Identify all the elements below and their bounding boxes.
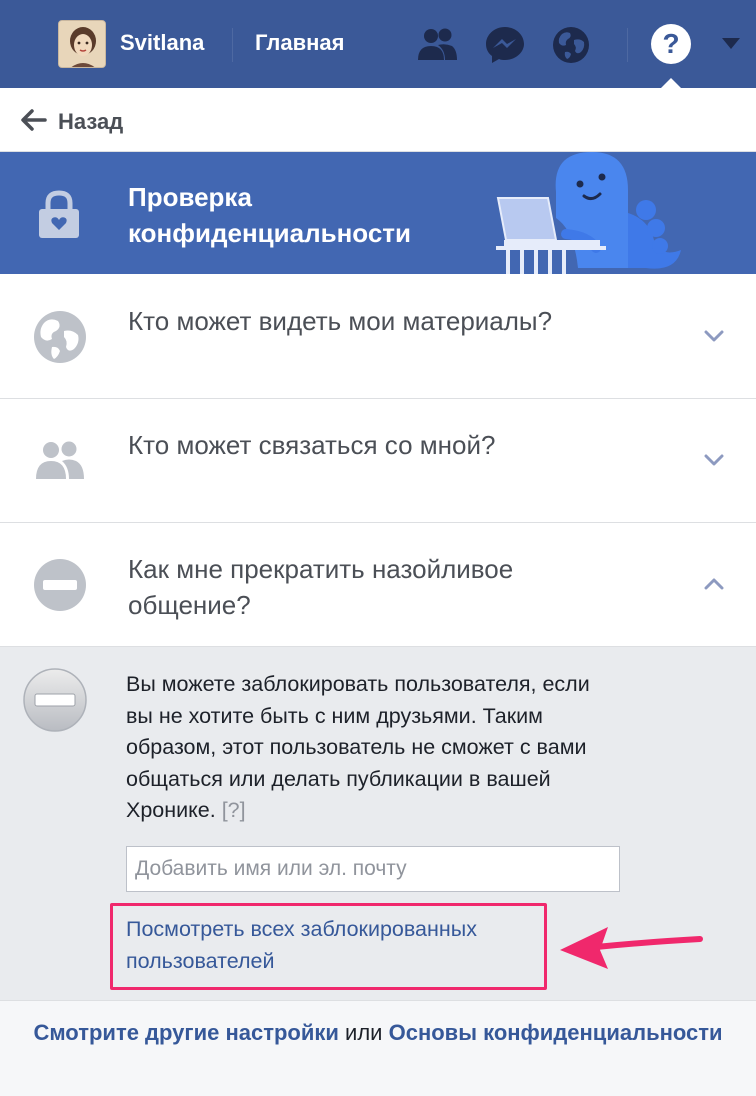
block-user-icon (23, 668, 87, 732)
globe-icon (34, 311, 86, 363)
privacy-dinosaur-illustration (496, 152, 681, 274)
section-who-can-see[interactable]: Кто может видеть мои материалы? (0, 275, 756, 399)
chevron-down-icon[interactable] (704, 453, 724, 467)
chevron-down-icon[interactable] (704, 329, 724, 343)
block-icon (34, 559, 86, 611)
people-icon (36, 441, 84, 479)
avatar[interactable] (58, 20, 106, 68)
avatar-portrait-image (59, 21, 105, 67)
profile-name-link[interactable]: Svitlana (120, 30, 204, 56)
page-title: Проверка конфиденциальности (128, 182, 412, 248)
account-menu-caret-icon[interactable] (722, 38, 740, 49)
section-title: Кто может видеть мои материалы? (128, 306, 553, 336)
chevron-up-icon[interactable] (704, 577, 724, 591)
pointer-arrow-icon (560, 927, 703, 969)
divider (627, 28, 628, 62)
friend-requests-icon[interactable] (414, 22, 460, 68)
back-button-label: Назад (58, 109, 124, 134)
block-users-panel: Вы можете заблокировать пользователя, ес… (0, 647, 756, 1000)
block-user-input[interactable] (126, 846, 620, 892)
section-title: Как мне прекратить назойливое общение? (128, 554, 514, 620)
footer-connector: или (345, 1020, 383, 1045)
more-settings-link[interactable]: Смотрите другие настройки (33, 1020, 338, 1045)
home-link[interactable]: Главная (255, 30, 344, 56)
back-arrow-icon (21, 109, 47, 131)
notifications-globe-icon[interactable] (548, 22, 594, 68)
back-row[interactable]: Назад (0, 88, 756, 152)
messenger-icon[interactable] (482, 22, 528, 68)
privacy-basics-link[interactable]: Основы конфиденциальности (389, 1020, 723, 1045)
help-link[interactable]: [?] (222, 798, 246, 822)
section-title: Кто может связаться со мной? (128, 430, 496, 460)
top-navigation-bar: Svitlana Главная ? (0, 0, 756, 89)
section-stop-harassment[interactable]: Как мне прекратить назойливое общение? (0, 523, 756, 647)
section-who-can-contact[interactable]: Кто может связаться со мной? (0, 399, 756, 523)
privacy-checkup-banner: Проверка конфиденциальности (0, 152, 756, 274)
footer: Смотрите другие настройки или Основы кон… (0, 1000, 756, 1096)
view-blocked-users-link[interactable]: Посмотреть всех заблокированных пользова… (126, 913, 546, 977)
block-description-text: Вы можете заблокировать пользователя, ес… (126, 672, 590, 822)
block-description: Вы можете заблокировать пользователя, ес… (126, 669, 606, 827)
help-button[interactable]: ? (651, 24, 691, 64)
lock-icon (39, 190, 79, 238)
divider (232, 28, 233, 62)
